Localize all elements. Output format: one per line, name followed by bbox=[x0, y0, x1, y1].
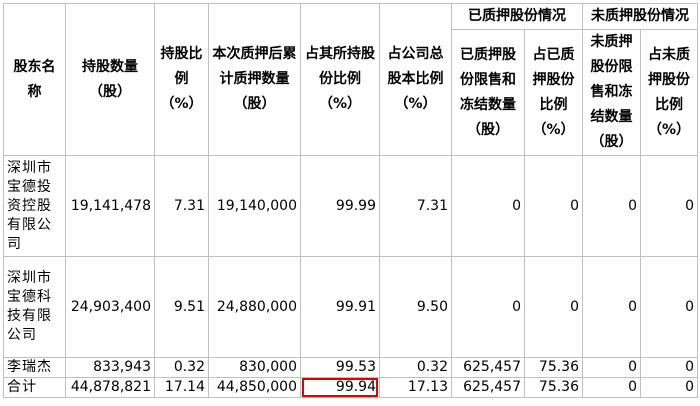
pledged-restricted-cell: 625,457 bbox=[451, 357, 525, 378]
pledged-ratio-cell: 0 bbox=[524, 155, 583, 257]
holding-ratio-cell: 0.32 bbox=[154, 357, 209, 378]
total-row: 合计 44,878,821 17.14 44,850,000 99.94 17.… bbox=[3, 377, 698, 398]
unpledged-ratio-cell: 0 bbox=[640, 357, 698, 378]
unpledged-restricted-cell: 0 bbox=[582, 256, 641, 358]
unpledged-ratio-cell: 0 bbox=[640, 377, 698, 398]
header-unpledged-group: 未质押股份情况 bbox=[582, 3, 698, 30]
header-unpledged-ratio: 占未质押股份比例（%） bbox=[640, 29, 698, 156]
highlighted-pct-own-holding-cell: 99.94 bbox=[300, 377, 380, 398]
pledged-ratio-cell: 75.36 bbox=[524, 357, 583, 378]
pledged-ratio-cell: 0 bbox=[524, 256, 583, 358]
cumulative-pledged-cell: 830,000 bbox=[208, 357, 301, 378]
shareholder-name-cell: 深圳市宝德科技有限公司 bbox=[3, 256, 66, 358]
unpledged-restricted-cell: 0 bbox=[582, 377, 641, 398]
holding-ratio-cell: 9.51 bbox=[154, 256, 209, 358]
header-pct-total-capital: 占公司总股本比例（%） bbox=[379, 3, 452, 156]
unpledged-ratio-cell: 0 bbox=[640, 256, 698, 358]
pledged-ratio-cell: 75.36 bbox=[524, 377, 583, 398]
cumulative-pledged-cell: 19,140,000 bbox=[208, 155, 301, 257]
table-row: 李瑞杰 833,943 0.32 830,000 99.53 0.32 625,… bbox=[3, 357, 698, 378]
unpledged-restricted-cell: 0 bbox=[582, 357, 641, 378]
pct-own-holding-cell: 99.53 bbox=[300, 357, 380, 378]
pct-own-holding-cell: 99.99 bbox=[300, 155, 380, 257]
shareholder-name-cell: 李瑞杰 bbox=[3, 357, 66, 378]
cumulative-pledged-cell: 44,850,000 bbox=[208, 377, 301, 398]
holding-ratio-cell: 7.31 bbox=[154, 155, 209, 257]
shares-held-cell: 44,878,821 bbox=[65, 377, 155, 398]
table-row: 深圳市宝德科技有限公司 24,903,400 9.51 24,880,000 9… bbox=[3, 256, 698, 358]
pledged-restricted-cell: 625,457 bbox=[451, 377, 525, 398]
header-holding-ratio: 持股比例（%） bbox=[154, 3, 209, 156]
shares-held-cell: 833,943 bbox=[65, 357, 155, 378]
total-label-cell: 合计 bbox=[3, 377, 66, 398]
header-pledged-ratio: 占已质押股份比例（%） bbox=[524, 29, 583, 156]
pct-own-holding-cell: 99.91 bbox=[300, 256, 380, 358]
header-shares-held: 持股数量（股） bbox=[65, 3, 155, 156]
pct-total-capital-cell: 17.13 bbox=[379, 377, 452, 398]
pledged-restricted-cell: 0 bbox=[451, 155, 525, 257]
highlight-box bbox=[302, 378, 378, 397]
shareholder-name-cell: 深圳市宝德投资控股有限公司 bbox=[3, 155, 66, 257]
pct-total-capital-cell: 9.50 bbox=[379, 256, 452, 358]
header-pledged-restricted-frozen: 已质押股份限售和冻结数量（股） bbox=[451, 29, 525, 156]
cumulative-pledged-cell: 24,880,000 bbox=[208, 256, 301, 358]
pct-total-capital-cell: 7.31 bbox=[379, 155, 452, 257]
shares-held-cell: 19,141,478 bbox=[65, 155, 155, 257]
unpledged-ratio-cell: 0 bbox=[640, 155, 698, 257]
header-unpledged-restricted-frozen: 未质押股份限售和冻结数量（股） bbox=[582, 29, 641, 156]
pledged-restricted-cell: 0 bbox=[451, 256, 525, 358]
holding-ratio-cell: 17.14 bbox=[154, 377, 209, 398]
shares-held-cell: 24,903,400 bbox=[65, 256, 155, 358]
unpledged-restricted-cell: 0 bbox=[582, 155, 641, 257]
header-shareholder-name: 股东名称 bbox=[3, 3, 66, 156]
pct-total-capital-cell: 0.32 bbox=[379, 357, 452, 378]
table-row: 深圳市宝德投资控股有限公司 19,141,478 7.31 19,140,000… bbox=[3, 155, 698, 257]
header-pct-own-holding: 占其所持股份比例（%） bbox=[300, 3, 380, 156]
header-cumulative-pledged: 本次质押后累计质押数量（股） bbox=[208, 3, 301, 156]
header-pledged-group: 已质押股份情况 bbox=[451, 3, 583, 30]
pledge-table: 股东名称 持股数量（股） 持股比例（%） 本次质押后累计质押数量（股） 占其所持… bbox=[3, 3, 698, 398]
